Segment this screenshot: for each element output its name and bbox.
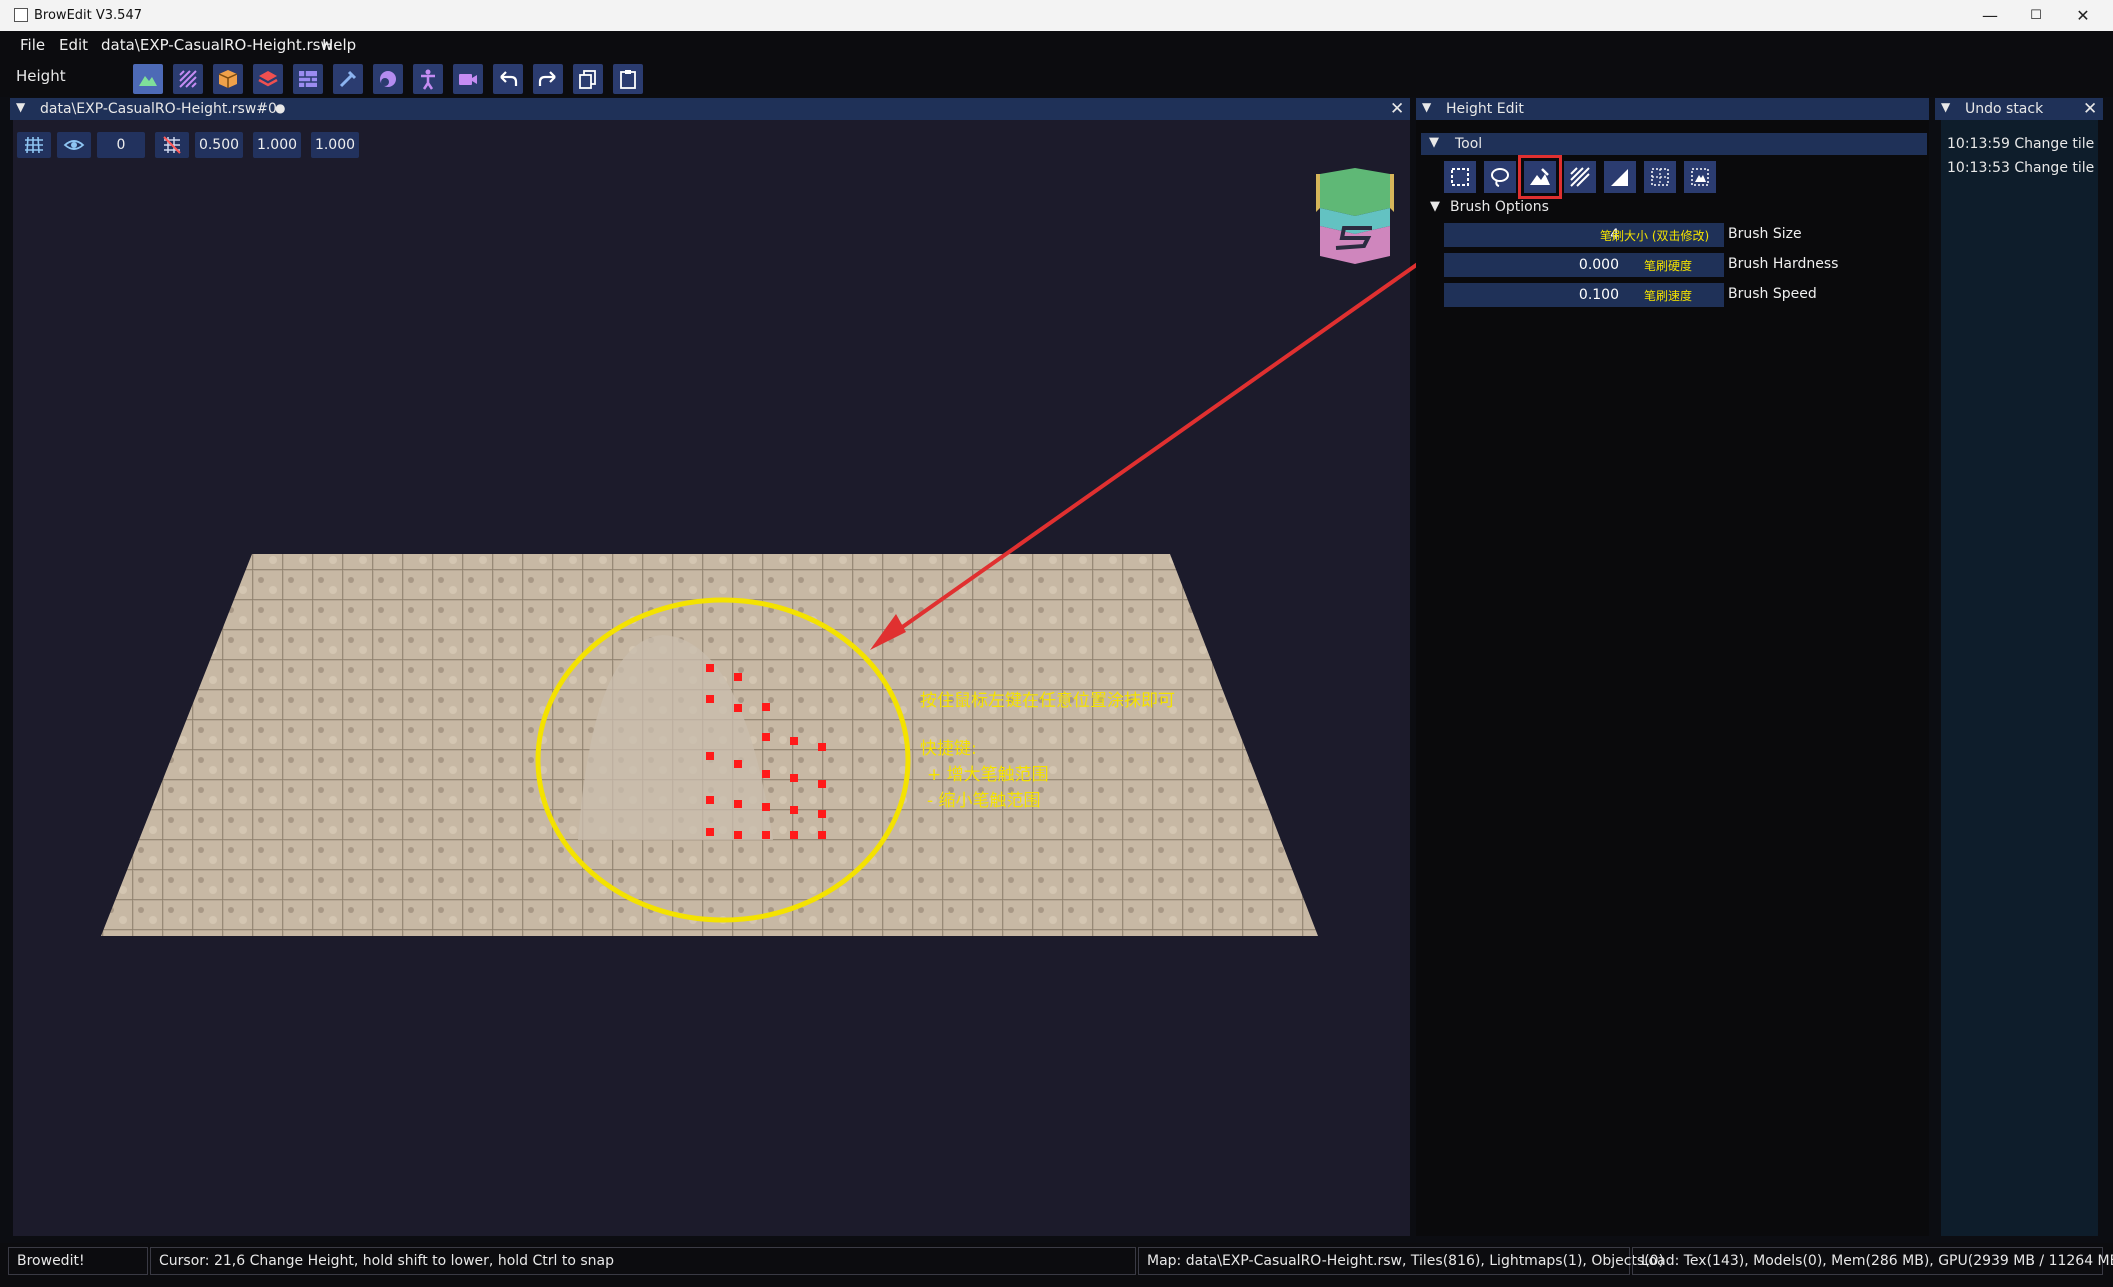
brush-options-expand-icon[interactable]: ▼ <box>1430 199 1440 214</box>
brush-size-hint: 笔刷大小 (双击修改) <box>1600 229 1710 243</box>
brush-hardness-value: 0.000 <box>1578 257 1619 273</box>
undo-stack-panel: 10:13:59 Change tile height 10:13:53 Cha… <box>1941 120 2098 1236</box>
brush-speed-field[interactable]: 0.100 笔刷速度 <box>1444 283 1724 307</box>
brush-hardness-hint: 笔刷硬度 <box>1644 259 1693 273</box>
rect-select-icon <box>1451 168 1469 186</box>
brush-size-field[interactable]: 4 笔刷大小 (双击修改) <box>1444 223 1724 247</box>
height-edit-title: Height Edit <box>1446 101 1524 117</box>
undo-stack-title: Undo stack <box>1965 101 2044 117</box>
brush-hardness-label: Brush Hardness <box>1728 256 1839 272</box>
brush-speed-value: 0.100 <box>1578 287 1619 303</box>
status-bar: Browedit! Cursor: 21,6 Change Height, ho… <box>0 1243 2113 1287</box>
tool-section-header[interactable]: ▼ Tool <box>1421 133 1927 155</box>
height-brush-icon <box>1530 168 1550 185</box>
slope-icon <box>1570 167 1590 187</box>
status-cursor: Cursor: 21,6 Change Height, hold shift t… <box>150 1247 1136 1275</box>
brush-speed-hint: 笔刷速度 <box>1644 289 1693 303</box>
undo-panel-menu-icon[interactable]: ▼ <box>1941 100 1950 114</box>
tool-expand-icon: ▼ <box>1429 135 1439 150</box>
status-app: Browedit! <box>8 1247 148 1275</box>
status-load: Load: Tex(143), Models(0), Mem(286 MB), … <box>1632 1247 2113 1275</box>
brush-size-label: Brush Size <box>1728 226 1802 242</box>
smooth-icon <box>1691 168 1709 186</box>
flatten-icon <box>1651 168 1669 186</box>
height-edit-header: ▼ Height Edit <box>1416 98 1929 120</box>
slope-tool-button[interactable] <box>1564 161 1596 193</box>
undo-item[interactable]: 10:13:59 Change tile height <box>1947 136 2097 152</box>
brush-options-label: Brush Options <box>1450 199 1549 215</box>
height-brush-tool-button[interactable] <box>1518 155 1562 199</box>
tool-section-label: Tool <box>1455 136 1483 152</box>
brush-hardness-field[interactable]: 0.000 笔刷硬度 <box>1444 253 1724 277</box>
close-undo-panel-button[interactable]: ✕ <box>2083 99 2097 119</box>
rect-select-tool-button[interactable] <box>1444 161 1476 193</box>
undo-stack-header: ▼ Undo stack ✕ <box>1935 98 2103 120</box>
smooth-tool-button[interactable] <box>1684 161 1716 193</box>
ramp-tool-button[interactable] <box>1604 161 1636 193</box>
brush-speed-label: Brush Speed <box>1728 286 1817 302</box>
ramp-icon <box>1611 169 1628 186</box>
panel-menu-icon[interactable]: ▼ <box>1422 100 1431 114</box>
lasso-icon <box>1491 168 1509 187</box>
lasso-tool-button[interactable] <box>1484 161 1516 193</box>
status-map: Map: data\EXP-CasualRO-Height.rsw, Tiles… <box>1138 1247 1664 1275</box>
undo-item[interactable]: 10:13:53 Change tile height <box>1947 160 2097 176</box>
flatten-tool-button[interactable] <box>1644 161 1676 193</box>
